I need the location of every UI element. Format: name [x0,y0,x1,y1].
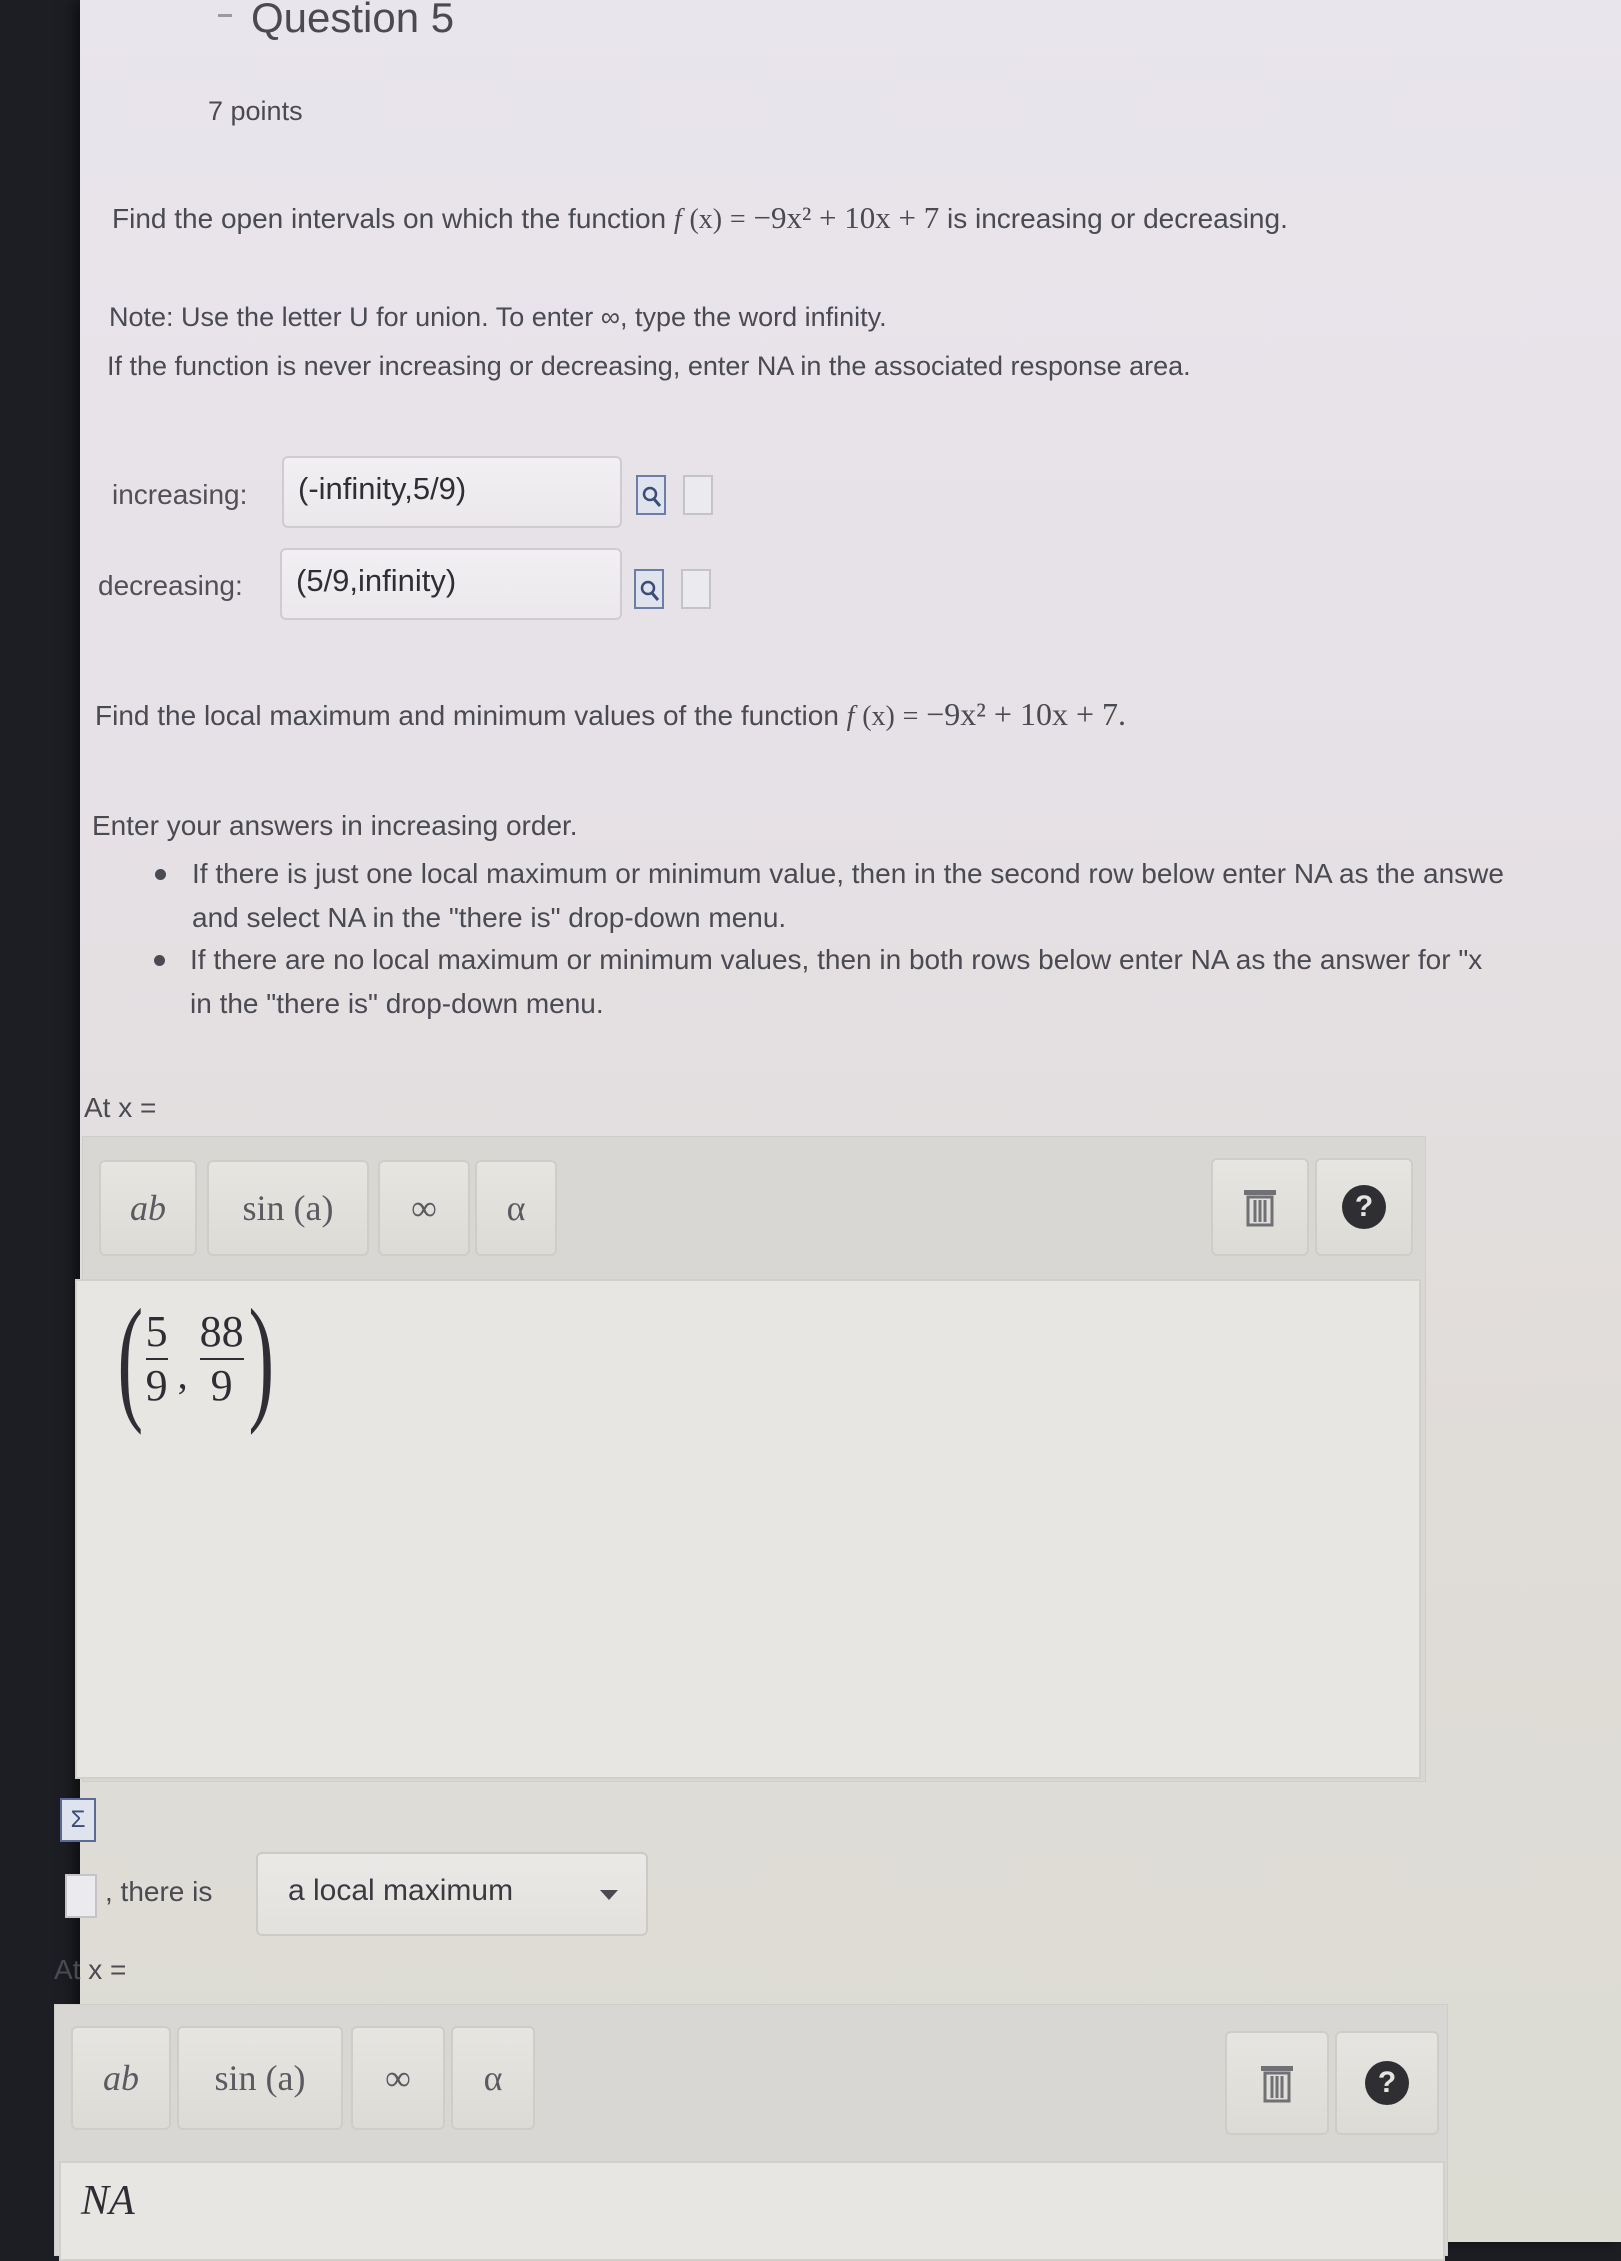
question-page: Question 5 7 points Find the open interv… [54,0,1621,2261]
power-button-label: ab [130,1188,166,1228]
bullet-dot [154,955,165,966]
decreasing-input[interactable]: (5/9,infinity) [280,548,622,620]
infinity-button[interactable]: ∞ [351,2026,445,2130]
help-button[interactable]: ? [1335,2031,1439,2135]
equals-sign: = [729,204,746,235]
file-icon[interactable] [681,569,711,609]
bullet-dot [155,869,166,880]
answer-text: NA [81,2178,135,2224]
left-paren: ( [117,1281,144,1436]
there-is-dropdown[interactable]: a local maximum [256,1852,648,1936]
at-x-label: At x = [54,1954,127,1985]
instructions-intro: Enter your answers in increasing order. [92,810,578,841]
fraction: 5 9 [145,1306,168,1412]
function-arg: (x) [689,204,723,235]
infinity-button-label: ∞ [385,2058,411,2098]
preview-icon[interactable] [634,569,664,609]
infinity-button[interactable]: ∞ [378,1160,470,1256]
prompt-extrema: Find the local maximum and minimum value… [95,696,1126,733]
function-arg: (x) [862,701,895,732]
sin-button-label: sin (a) [242,1188,334,1228]
prompt-text: Find the open intervals on which the fun… [112,203,674,234]
right-paren: ) [248,1281,274,1436]
note-line-1: Note: Use the letter U for union. To ent… [109,302,887,332]
power-button-label: ab [103,2058,139,2098]
file-icon[interactable] [683,475,713,515]
denominator: 9 [210,1361,233,1410]
alpha-button[interactable]: α [451,2026,535,2130]
alpha-button-label: α [483,2058,503,2098]
fraction: 88 9 [199,1306,244,1412]
sin-button[interactable]: sin (a) [207,1160,369,1256]
bullet-1-line-2: and select NA in the "there is" drop-dow… [192,902,787,933]
sin-button-label: sin (a) [214,2058,306,2098]
function-expression: −9x² + 10x + 7 [753,200,940,235]
decreasing-label: decreasing: [98,570,243,601]
prompt-intervals: Find the open intervals on which the fun… [112,200,1288,236]
power-button[interactable]: ab [71,2026,171,2130]
math-editor-2: ab sin (a) ∞ α ? NA [54,2004,1448,2261]
comma: , [177,1351,188,1397]
numerator: 88 [199,1307,244,1356]
at-x-label: At x = [84,1092,157,1123]
help-icon: ? [1342,1185,1386,1229]
question-points: 7 points [208,96,303,126]
increasing-input[interactable]: (-infinity,5/9) [282,456,622,528]
function-expression: −9x² + 10x + 7. [926,696,1126,732]
increasing-label: increasing: [112,479,248,510]
equals-sign: = [902,701,919,732]
note-line-2: If the function is never increasing or d… [107,351,1191,381]
help-button[interactable]: ? [1315,1158,1413,1256]
denominator: 9 [145,1361,168,1410]
trash-icon [1244,1190,1276,1227]
alpha-button-label: α [506,1188,526,1228]
sin-button[interactable]: sin (a) [177,2026,343,2130]
math-editor-1: ab sin (a) ∞ α ? ( 5 9 , 88 9) [75,1136,1426,1782]
chevron-down-icon [600,1890,618,1900]
trash-icon [1261,2066,1293,2103]
collapse-dash-icon[interactable] [218,14,232,17]
question-title: Question 5 [251,0,455,41]
help-icon: ? [1365,2061,1409,2105]
bullet-2-line-2: in the "there is" drop-down menu. [190,988,604,1019]
power-button[interactable]: ab [99,1160,197,1256]
bullet-1-line-1: If there is just one local maximum or mi… [192,858,1504,889]
alpha-button[interactable]: α [475,1160,557,1256]
numerator: 5 [145,1307,168,1356]
function-name: f [673,204,682,235]
function-name: f [846,701,855,732]
ordered-pair: ( 5 9 , 88 9 ) [107,1289,284,1429]
prompt-text-end: is increasing or decreasing. [947,203,1288,234]
answer-input-2[interactable]: NA [59,2161,1445,2261]
trash-button[interactable] [1225,2031,1329,2135]
trash-button[interactable] [1211,1158,1309,1256]
prompt-text: Find the local maximum and minimum value… [95,700,847,731]
infinity-button-label: ∞ [411,1188,437,1228]
file-icon[interactable] [65,1874,97,1918]
preview-icon[interactable] [636,475,666,515]
bullet-2-line-1: If there are no local maximum or minimum… [190,944,1483,975]
dropdown-value: a local maximum [288,1874,514,1907]
sigma-icon[interactable]: Σ [60,1798,96,1842]
answer-input-1[interactable]: ( 5 9 , 88 9 ) [75,1279,1421,1779]
there-is-label: , there is [105,1876,213,1907]
